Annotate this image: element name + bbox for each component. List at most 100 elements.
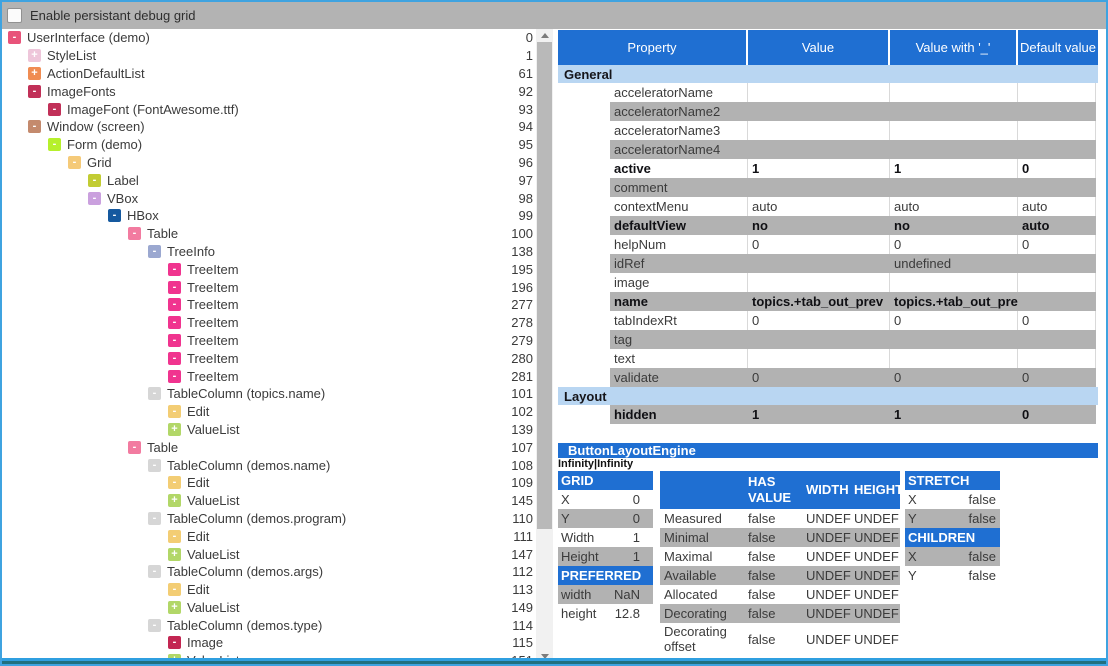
property-row[interactable]: hidden110 (558, 405, 1098, 424)
tree-item[interactable]: -Grid96 (2, 154, 536, 172)
collapse-icon[interactable]: - (48, 138, 61, 151)
property-name-cell: text (610, 349, 748, 368)
tree-item-number: 112 (512, 564, 536, 579)
property-row[interactable]: idRefundefined (558, 254, 1098, 273)
tree-item[interactable]: -TreeItem278 (2, 314, 536, 332)
collapse-icon[interactable]: - (148, 459, 161, 472)
tree-item[interactable]: +ValueList147 (2, 545, 536, 563)
enable-debug-grid-checkbox[interactable] (7, 8, 22, 23)
collapse-icon[interactable]: - (108, 209, 121, 222)
scrollbar-thumb[interactable] (537, 42, 552, 529)
collapse-icon[interactable]: - (168, 583, 181, 596)
tree-item[interactable]: -TreeItem277 (2, 296, 536, 314)
collapse-icon[interactable]: - (88, 192, 101, 205)
tree-item[interactable]: -TreeItem280 (2, 349, 536, 367)
stretch-row: Xfalse (905, 547, 1000, 566)
expand-icon[interactable]: + (28, 49, 41, 62)
tree-item[interactable]: -ImageFonts92 (2, 82, 536, 100)
tree-item[interactable]: -Edit109 (2, 474, 536, 492)
expand-icon[interactable]: + (168, 423, 181, 436)
collapse-icon[interactable]: - (68, 156, 81, 169)
tree-item[interactable]: -Edit113 (2, 581, 536, 599)
collapse-icon[interactable]: - (168, 334, 181, 347)
tree-item[interactable]: -Table100 (2, 225, 536, 243)
tree-item[interactable]: -TableColumn (demos.program)110 (2, 510, 536, 528)
expand-icon[interactable]: + (168, 601, 181, 614)
tree-item[interactable]: -TreeItem195 (2, 260, 536, 278)
property-row[interactable]: tag (558, 330, 1098, 349)
property-row[interactable]: acceleratorName3 (558, 121, 1098, 140)
collapse-icon[interactable]: - (168, 263, 181, 276)
tree-item[interactable]: -Edit111 (2, 527, 536, 545)
property-row[interactable]: text (558, 349, 1098, 368)
collapse-icon[interactable]: - (168, 281, 181, 294)
collapse-icon[interactable]: - (148, 387, 161, 400)
property-row[interactable]: helpNum000 (558, 235, 1098, 254)
scrollbar-up-icon[interactable] (536, 29, 553, 41)
tree-item[interactable]: -UserInterface (demo)0 (2, 29, 536, 47)
property-default-cell: 0 (1018, 368, 1096, 387)
tree-item[interactable]: +ValueList149 (2, 599, 536, 617)
tree-item[interactable]: -TableColumn (topics.name)101 (2, 385, 536, 403)
collapse-icon[interactable]: - (128, 441, 141, 454)
collapse-icon[interactable]: - (168, 476, 181, 489)
tree-item[interactable]: -Window (screen)94 (2, 118, 536, 136)
tree-item[interactable]: -TreeItem281 (2, 367, 536, 385)
tree-item-label: ImageFonts (47, 84, 116, 99)
collapse-icon[interactable]: - (168, 316, 181, 329)
tree-item[interactable]: -ImageFont (FontAwesome.ttf)93 (2, 100, 536, 118)
collapse-icon[interactable]: - (168, 405, 181, 418)
tree-item[interactable]: -TableColumn (demos.type)114 (2, 616, 536, 634)
property-row[interactable]: acceleratorName (558, 83, 1098, 102)
property-default-cell (1018, 102, 1096, 121)
tree-item[interactable]: -HBox99 (2, 207, 536, 225)
collapse-icon[interactable]: - (168, 298, 181, 311)
property-row[interactable]: image (558, 273, 1098, 292)
tree-item[interactable]: -TreeItem279 (2, 332, 536, 350)
property-row[interactable]: nametopics.+tab_out_prevtopics.+tab_out_… (558, 292, 1098, 311)
collapse-icon[interactable]: - (128, 227, 141, 240)
tree-item[interactable]: -TreeItem196 (2, 278, 536, 296)
property-row[interactable]: comment (558, 178, 1098, 197)
tree-item[interactable]: +StyleList1 (2, 47, 536, 65)
collapse-icon[interactable]: - (168, 370, 181, 383)
tree-item[interactable]: -TableColumn (demos.args)112 (2, 563, 536, 581)
property-row[interactable]: tabIndexRt000 (558, 311, 1098, 330)
tree-item-number: 280 (511, 351, 536, 366)
collapse-icon[interactable]: - (148, 245, 161, 258)
collapse-icon[interactable]: - (148, 512, 161, 525)
tree-item[interactable]: +ValueList145 (2, 492, 536, 510)
property-row[interactable]: validate000 (558, 368, 1098, 387)
tree-item[interactable]: -Image115 (2, 634, 536, 652)
property-row[interactable]: defaultViewnonoauto (558, 216, 1098, 235)
expand-icon[interactable]: + (168, 548, 181, 561)
collapse-icon[interactable]: - (88, 174, 101, 187)
expand-icon[interactable]: + (168, 494, 181, 507)
tree-item[interactable]: -Table107 (2, 438, 536, 456)
collapse-icon[interactable]: - (28, 120, 41, 133)
collapse-icon[interactable]: - (28, 85, 41, 98)
collapse-icon[interactable]: - (168, 530, 181, 543)
collapse-icon[interactable]: - (168, 352, 181, 365)
tree-item[interactable]: -Edit102 (2, 403, 536, 421)
tree-item[interactable]: +ActionDefaultList61 (2, 65, 536, 83)
collapse-icon[interactable]: - (48, 103, 61, 116)
tree-item[interactable]: -TreeInfo138 (2, 243, 536, 261)
metrics-width: UNDEF (806, 568, 854, 583)
tree-scrollbar[interactable] (536, 29, 553, 664)
property-row[interactable]: contextMenuautoautoauto (558, 197, 1098, 216)
expand-icon[interactable]: + (28, 67, 41, 80)
tree-item[interactable]: -VBox98 (2, 189, 536, 207)
property-row[interactable]: acceleratorName2 (558, 102, 1098, 121)
property-indent (558, 83, 610, 102)
property-row[interactable]: acceleratorName4 (558, 140, 1098, 159)
collapse-icon[interactable]: - (148, 619, 161, 632)
collapse-icon[interactable]: - (8, 31, 21, 44)
tree-item[interactable]: -Form (demo)95 (2, 136, 536, 154)
collapse-icon[interactable]: - (168, 636, 181, 649)
tree-item[interactable]: +ValueList139 (2, 421, 536, 439)
tree-item[interactable]: -Label97 (2, 171, 536, 189)
property-row[interactable]: active110 (558, 159, 1098, 178)
collapse-icon[interactable]: - (148, 565, 161, 578)
tree-item[interactable]: -TableColumn (demos.name)108 (2, 456, 536, 474)
